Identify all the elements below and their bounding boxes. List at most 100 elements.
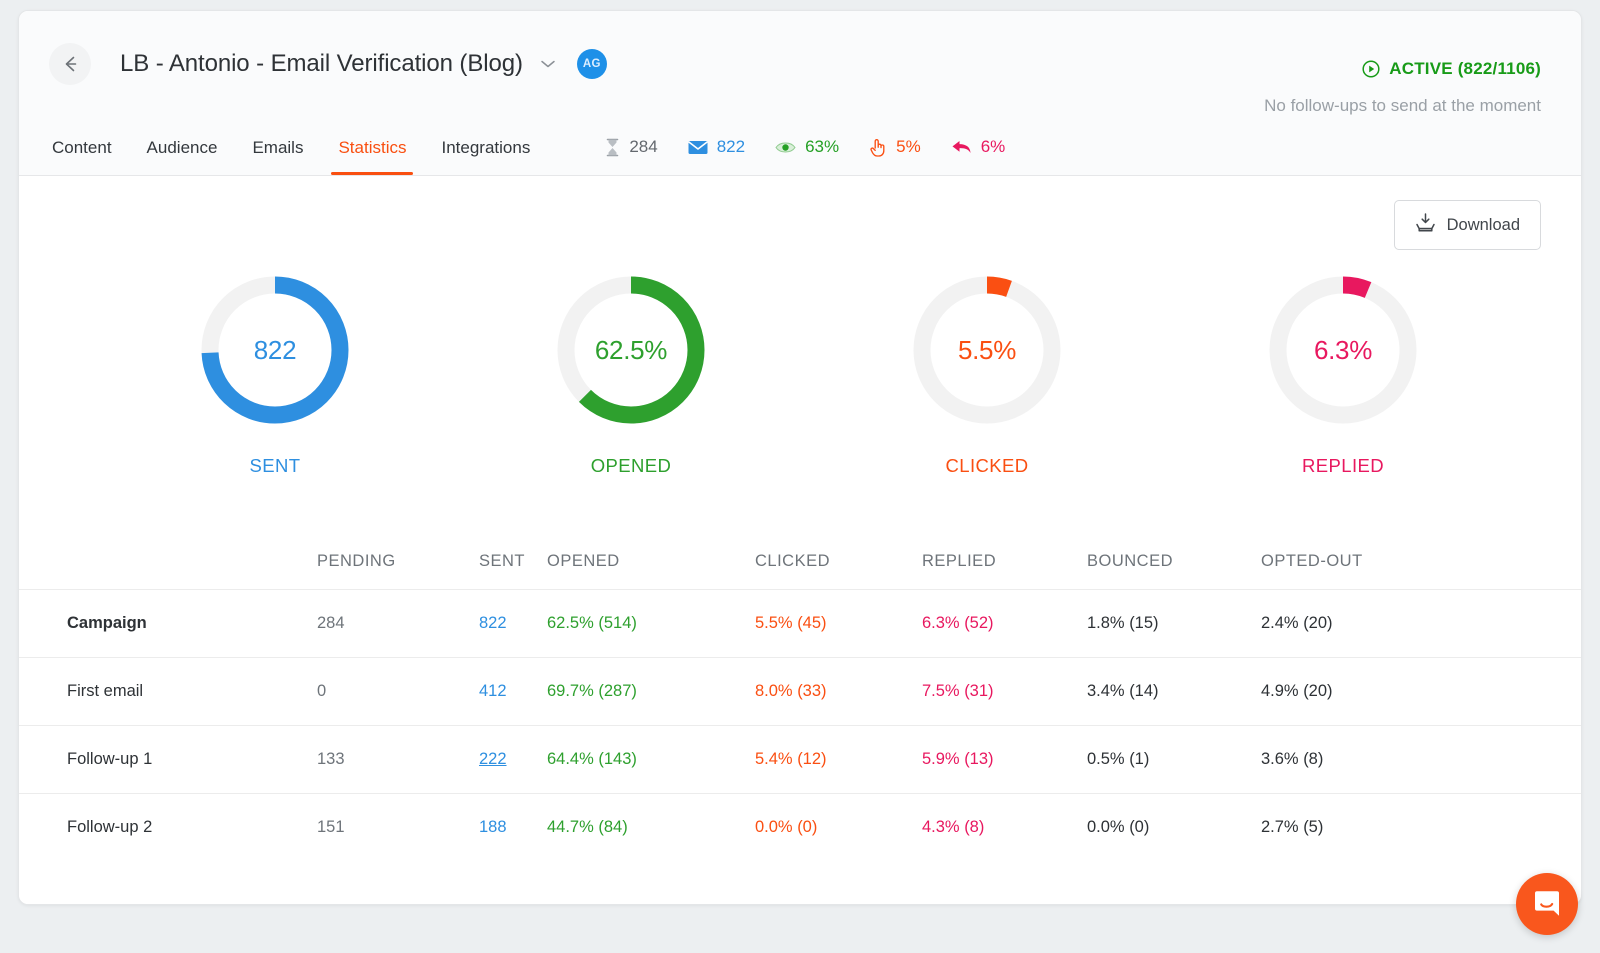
avatar[interactable]: AG (576, 49, 607, 79)
cell-opened: 69.7% (287) (547, 682, 637, 700)
donut-label: SENT (249, 455, 301, 476)
cell-bounced: 3.4% (14) (1087, 682, 1159, 700)
cell-sent[interactable]: 822 (479, 614, 547, 633)
cell-bounced: 0.0% (0) (1087, 818, 1150, 836)
cell-clicked: 5.4% (12) (755, 750, 827, 768)
tab-audience[interactable]: Audience (147, 115, 218, 175)
cell-bounced: 0.5% (1) (1087, 750, 1150, 768)
title-dropdown-button[interactable] (539, 58, 557, 70)
table-row[interactable]: First email 0 412 69.7% (287) 8.0% (33) … (19, 657, 1581, 725)
row-label: Follow-up 1 (67, 750, 153, 768)
donut-ring: 822 (197, 272, 353, 428)
download-button[interactable]: Download (1393, 200, 1541, 250)
header-stat-opened[interactable]: 63% (775, 137, 839, 157)
header-stat-value: 284 (629, 137, 658, 156)
download-icon (1415, 213, 1436, 237)
col-header-pending: PENDING (317, 551, 396, 570)
arrow-left-icon (65, 56, 77, 72)
cell-opted-out: 3.6% (8) (1261, 750, 1324, 768)
col-header-replied: REPLIED (922, 551, 997, 570)
donut-value: 5.5% (957, 334, 1017, 365)
play-circle-icon (1362, 60, 1380, 78)
donut-replied: 6.3% REPLIED (1165, 272, 1521, 477)
cell-sent[interactable]: 188 (479, 818, 547, 837)
col-header-clicked: CLICKED (755, 551, 831, 570)
donut-opened: 62.5% OPENED (453, 272, 809, 477)
donut-sent: 822 SENT (97, 272, 453, 477)
tab-content[interactable]: Content (52, 115, 112, 175)
toolbar: Download (19, 176, 1581, 250)
col-header-opened: OPENED (547, 551, 620, 570)
donut-label: REPLIED (1302, 455, 1384, 476)
row-label: Follow-up 2 (67, 818, 153, 836)
tab-emails[interactable]: Emails (252, 115, 303, 175)
pointing-hand-icon (869, 138, 887, 157)
cell-pending: 0 (317, 682, 327, 700)
header-stat-value: 63% (805, 137, 840, 156)
statistics-table: PENDING SENT OPENED CLICKED REPLIED BOUN… (19, 533, 1581, 861)
page-header: LB - Antonio - Email Verification (Blog)… (19, 11, 1581, 176)
reply-arrow-icon (951, 139, 972, 155)
table-row[interactable]: Follow-up 2 151 188 44.7% (84) 0.0% (0) … (19, 793, 1581, 861)
tab-label: Content (52, 138, 112, 157)
cell-pending: 284 (317, 614, 345, 632)
donut-chart-group: 822 SENT 62.5% OPENED 5.5% CLICKED 6.3% … (19, 272, 1581, 477)
back-button[interactable] (49, 43, 91, 85)
header-stats: 284 822 63% 5% 6% (605, 133, 1035, 157)
app-page: LB - Antonio - Email Verification (Blog)… (18, 10, 1582, 905)
cell-replied: 4.3% (8) (922, 818, 985, 836)
col-header-bounced: BOUNCED (1087, 551, 1174, 570)
donut-ring: 62.5% (553, 272, 709, 428)
page-title: LB - Antonio - Email Verification (Blog) (120, 50, 523, 77)
campaign-status: ACTIVE (822/1106) No follow-ups to send … (1264, 59, 1541, 116)
header-stat-sent[interactable]: 822 (688, 137, 745, 157)
cell-sent[interactable]: 412 (479, 682, 547, 701)
cell-replied: 6.3% (52) (922, 614, 994, 632)
download-label: Download (1446, 215, 1520, 234)
cell-bounced: 1.8% (15) (1087, 614, 1159, 632)
status-badge: ACTIVE (822/1106) (1264, 59, 1541, 79)
status-text: ACTIVE (822/1106) (1389, 59, 1541, 78)
header-stat-value: 822 (716, 137, 746, 156)
donut-label: CLICKED (945, 455, 1029, 476)
tab-label: Emails (252, 138, 304, 157)
header-stat-value: 6% (980, 137, 1006, 156)
eye-icon (775, 140, 796, 155)
row-label: First email (67, 682, 144, 700)
donut-value: 6.3% (1313, 334, 1373, 365)
cell-opened: 64.4% (143) (547, 750, 637, 768)
cell-opted-out: 4.9% (20) (1261, 682, 1333, 700)
table-row[interactable]: Campaign 284 822 62.5% (514) 5.5% (45) 6… (19, 589, 1581, 657)
col-header-sent: SENT (479, 551, 526, 570)
statistics-panel: Download 822 SENT 62.5% OPENED 5.5% CLIC… (19, 176, 1581, 904)
tab-integrations[interactable]: Integrations (441, 115, 530, 175)
tab-bar: Content Audience Emails Statistics Integ… (19, 115, 1581, 175)
donut-label: OPENED (590, 455, 672, 476)
tab-label: Statistics (338, 138, 407, 157)
envelope-icon (688, 140, 708, 155)
cell-pending: 133 (317, 750, 345, 768)
tab-label: Audience (146, 138, 218, 157)
cell-opened: 62.5% (514) (547, 614, 637, 632)
cell-opted-out: 2.4% (20) (1261, 614, 1333, 632)
donut-value: 822 (253, 334, 297, 365)
tab-label: Integrations (441, 138, 531, 157)
header-stat-clicked[interactable]: 5% (869, 137, 921, 157)
header-stat-value: 5% (896, 137, 921, 156)
header-stat-replied[interactable]: 6% (951, 137, 1006, 157)
donut-ring: 6.3% (1265, 272, 1421, 428)
cell-replied: 5.9% (13) (922, 750, 994, 768)
status-subtext: No follow-ups to send at the moment (1264, 96, 1541, 115)
donut-value: 62.5% (594, 334, 668, 365)
header-stat-pending[interactable]: 284 (605, 137, 658, 157)
table-row[interactable]: Follow-up 1 133 222 64.4% (143) 5.4% (12… (19, 725, 1581, 793)
cell-opted-out: 2.7% (5) (1261, 818, 1324, 836)
cell-sent[interactable]: 222 (479, 750, 547, 769)
cell-opened: 44.7% (84) (547, 818, 628, 836)
intercom-messenger-button[interactable] (1516, 873, 1578, 935)
table-header-row: PENDING SENT OPENED CLICKED REPLIED BOUN… (19, 533, 1581, 589)
chevron-down-icon (541, 60, 555, 68)
cell-clicked: 8.0% (33) (755, 682, 827, 700)
donut-ring: 5.5% (909, 272, 1065, 428)
tab-statistics[interactable]: Statistics (331, 115, 414, 175)
